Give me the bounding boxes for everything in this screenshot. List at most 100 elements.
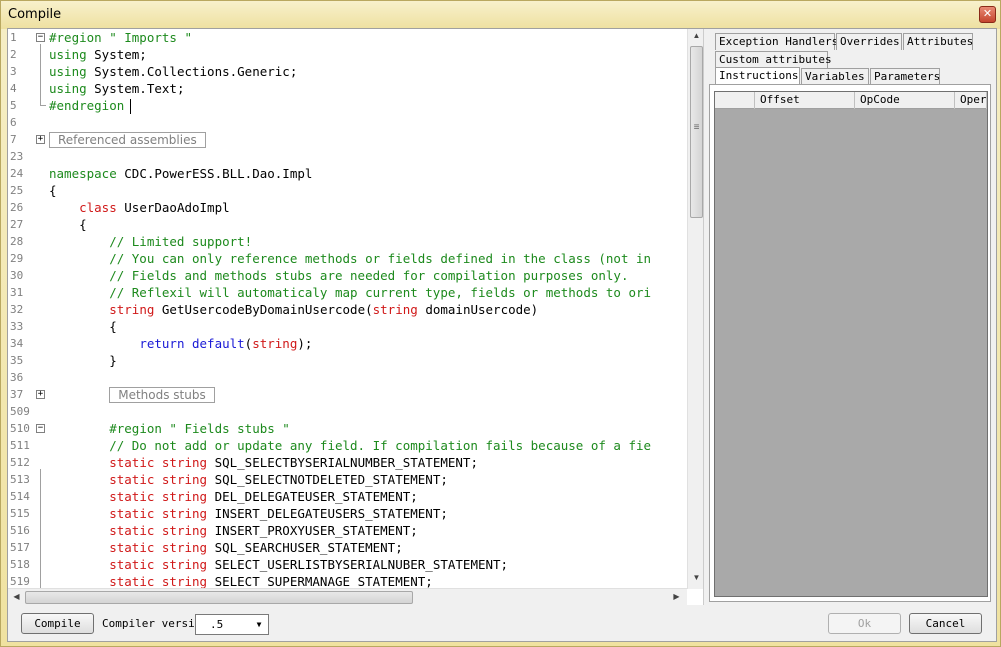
tab-overrides[interactable]: Overrides <box>836 33 902 50</box>
dropdown-arrow-icon: ▼ <box>256 620 262 629</box>
editor-horizontal-scrollbar[interactable]: ◀ ▶ <box>8 588 687 605</box>
collapse-region-icon[interactable]: − <box>36 424 45 433</box>
line-number: 515 <box>10 507 30 520</box>
compiler-version-select[interactable]: .5 ▼ <box>195 614 269 635</box>
line-number: 33 <box>10 320 24 333</box>
code-line: class UserDaoAdoImpl <box>79 200 230 215</box>
compile-button[interactable]: Compile <box>21 613 94 634</box>
code-line: using System; <box>49 47 147 62</box>
code-editor[interactable]: 1− #region " Imports " 2 using System; 3 usin… <box>8 29 704 605</box>
bottom-bar: Compile Compiler version: .5 ▼ Ok Cancel <box>8 607 996 641</box>
line-number: 511 <box>10 439 30 452</box>
code-line: static string SQL_SEARCHUSER_STATEMENT; <box>109 540 403 555</box>
line-number: 1 <box>10 31 17 44</box>
line-number: 518 <box>10 558 30 571</box>
vertical-scroll-thumb[interactable]: ≡ <box>690 46 703 218</box>
text-caret <box>130 99 132 114</box>
code-line: static string DEL_DELEGATEUSER_STATEMENT… <box>109 489 418 504</box>
code-line: { <box>49 183 57 198</box>
code-line: Referenced assemblies <box>49 131 703 148</box>
code-line: #endregion <box>49 97 703 114</box>
grid-column-header[interactable] <box>715 92 755 109</box>
scroll-up-icon[interactable]: ▲ <box>688 31 703 40</box>
line-number: 37 <box>10 388 24 401</box>
line-number: 28 <box>10 235 24 248</box>
tab-custom-attributes[interactable]: Custom attributes <box>715 51 832 68</box>
dialog-client-area: 1− #region " Imports " 2 using System; 3 usin… <box>7 28 997 642</box>
tab-exception-handlers[interactable]: Exception Handlers <box>715 33 838 50</box>
instructions-tab-panel: Offset OpCode Oper <box>709 84 991 602</box>
fold-guide-end <box>40 105 46 106</box>
code-line: string GetUsercodeByDomainUsercode(strin… <box>109 302 539 317</box>
tab-parameters[interactable]: Parameters <box>870 68 940 85</box>
line-number: 31 <box>10 286 24 299</box>
horizontal-scroll-thumb[interactable] <box>25 591 413 604</box>
line-number: 516 <box>10 524 30 537</box>
line-number: 509 <box>10 405 30 418</box>
code-line: return default(string); <box>139 336 313 351</box>
collapse-region-icon[interactable]: − <box>36 33 45 42</box>
line-number: 513 <box>10 473 30 486</box>
ok-button[interactable]: Ok <box>828 613 901 634</box>
grid-column-header[interactable]: Offset <box>755 92 855 109</box>
close-icon[interactable]: ✕ <box>979 6 996 23</box>
code-line: static string SQL_SELECTBYSERIALNUMBER_S… <box>109 455 478 470</box>
compiler-version-value: .5 <box>210 618 224 631</box>
line-number: 7 <box>10 133 17 146</box>
instruction-pane: Exception Handlers Overrides Attributes Cus… <box>707 29 994 605</box>
code-line: using System.Text; <box>49 81 185 96</box>
line-number: 32 <box>10 303 24 316</box>
line-number: 3 <box>10 65 17 78</box>
code-line: // Reflexil will automaticaly map curren… <box>49 285 652 300</box>
grid-header: Offset OpCode Oper <box>715 92 987 109</box>
line-number: 510 <box>10 422 30 435</box>
line-number: 26 <box>10 201 24 214</box>
code-line: static string INSERT_PROXYUSER_STATEMENT… <box>109 523 418 538</box>
line-number: 512 <box>10 456 30 469</box>
instructions-grid[interactable]: Offset OpCode Oper <box>714 91 988 597</box>
code-line: // You can only reference methods or fie… <box>49 251 652 266</box>
line-number: 2 <box>10 48 17 61</box>
line-number: 35 <box>10 354 24 367</box>
cancel-button[interactable]: Cancel <box>909 613 982 634</box>
tab-variables[interactable]: Variables <box>801 68 869 85</box>
line-number: 5 <box>10 99 17 112</box>
scroll-left-icon[interactable]: ◀ <box>8 592 25 601</box>
expand-region-icon[interactable]: + <box>36 390 45 399</box>
expand-region-icon[interactable]: + <box>36 135 45 144</box>
line-number: 24 <box>10 167 24 180</box>
code-line: // Fields and methods stubs are needed f… <box>49 268 629 283</box>
line-number: 514 <box>10 490 30 503</box>
grid-column-header[interactable]: Oper <box>955 92 987 109</box>
window-title: Compile <box>8 7 62 22</box>
grid-column-header[interactable]: OpCode <box>855 92 955 109</box>
code-line: { <box>49 319 117 334</box>
title-bar[interactable]: Compile ✕ <box>1 1 1000 29</box>
code-line: namespace CDC.PowerESS.BLL.Dao.Impl <box>49 166 313 181</box>
collapsed-region[interactable]: Methods stubs <box>109 387 215 403</box>
line-number: 4 <box>10 82 17 95</box>
tab-attributes[interactable]: Attributes <box>903 33 973 50</box>
code-line: } <box>49 353 117 368</box>
line-number: 517 <box>10 541 30 554</box>
line-number: 23 <box>10 150 24 163</box>
line-number: 25 <box>10 184 24 197</box>
code-line: // Limited support! <box>49 234 253 249</box>
code-line: // Do not add or update any field. If co… <box>49 438 652 453</box>
editor-vertical-scrollbar[interactable]: ▲ ≡ ▼ <box>687 29 703 589</box>
collapsed-region[interactable]: Referenced assemblies <box>49 132 206 148</box>
line-number: 30 <box>10 269 24 282</box>
scroll-right-icon[interactable]: ▶ <box>668 592 685 601</box>
line-number: 36 <box>10 371 24 384</box>
fold-guide <box>40 469 41 589</box>
line-number: 6 <box>10 116 17 129</box>
line-number: 34 <box>10 337 24 350</box>
scroll-down-icon[interactable]: ▼ <box>688 573 703 582</box>
code-line: using System.Collections.Generic; <box>49 64 298 79</box>
code-line: { <box>49 217 87 232</box>
compile-window: Compile ✕ 1− #region " Imports " 2 using Sy… <box>0 0 1001 647</box>
code-line: #region " Imports " <box>49 30 192 45</box>
